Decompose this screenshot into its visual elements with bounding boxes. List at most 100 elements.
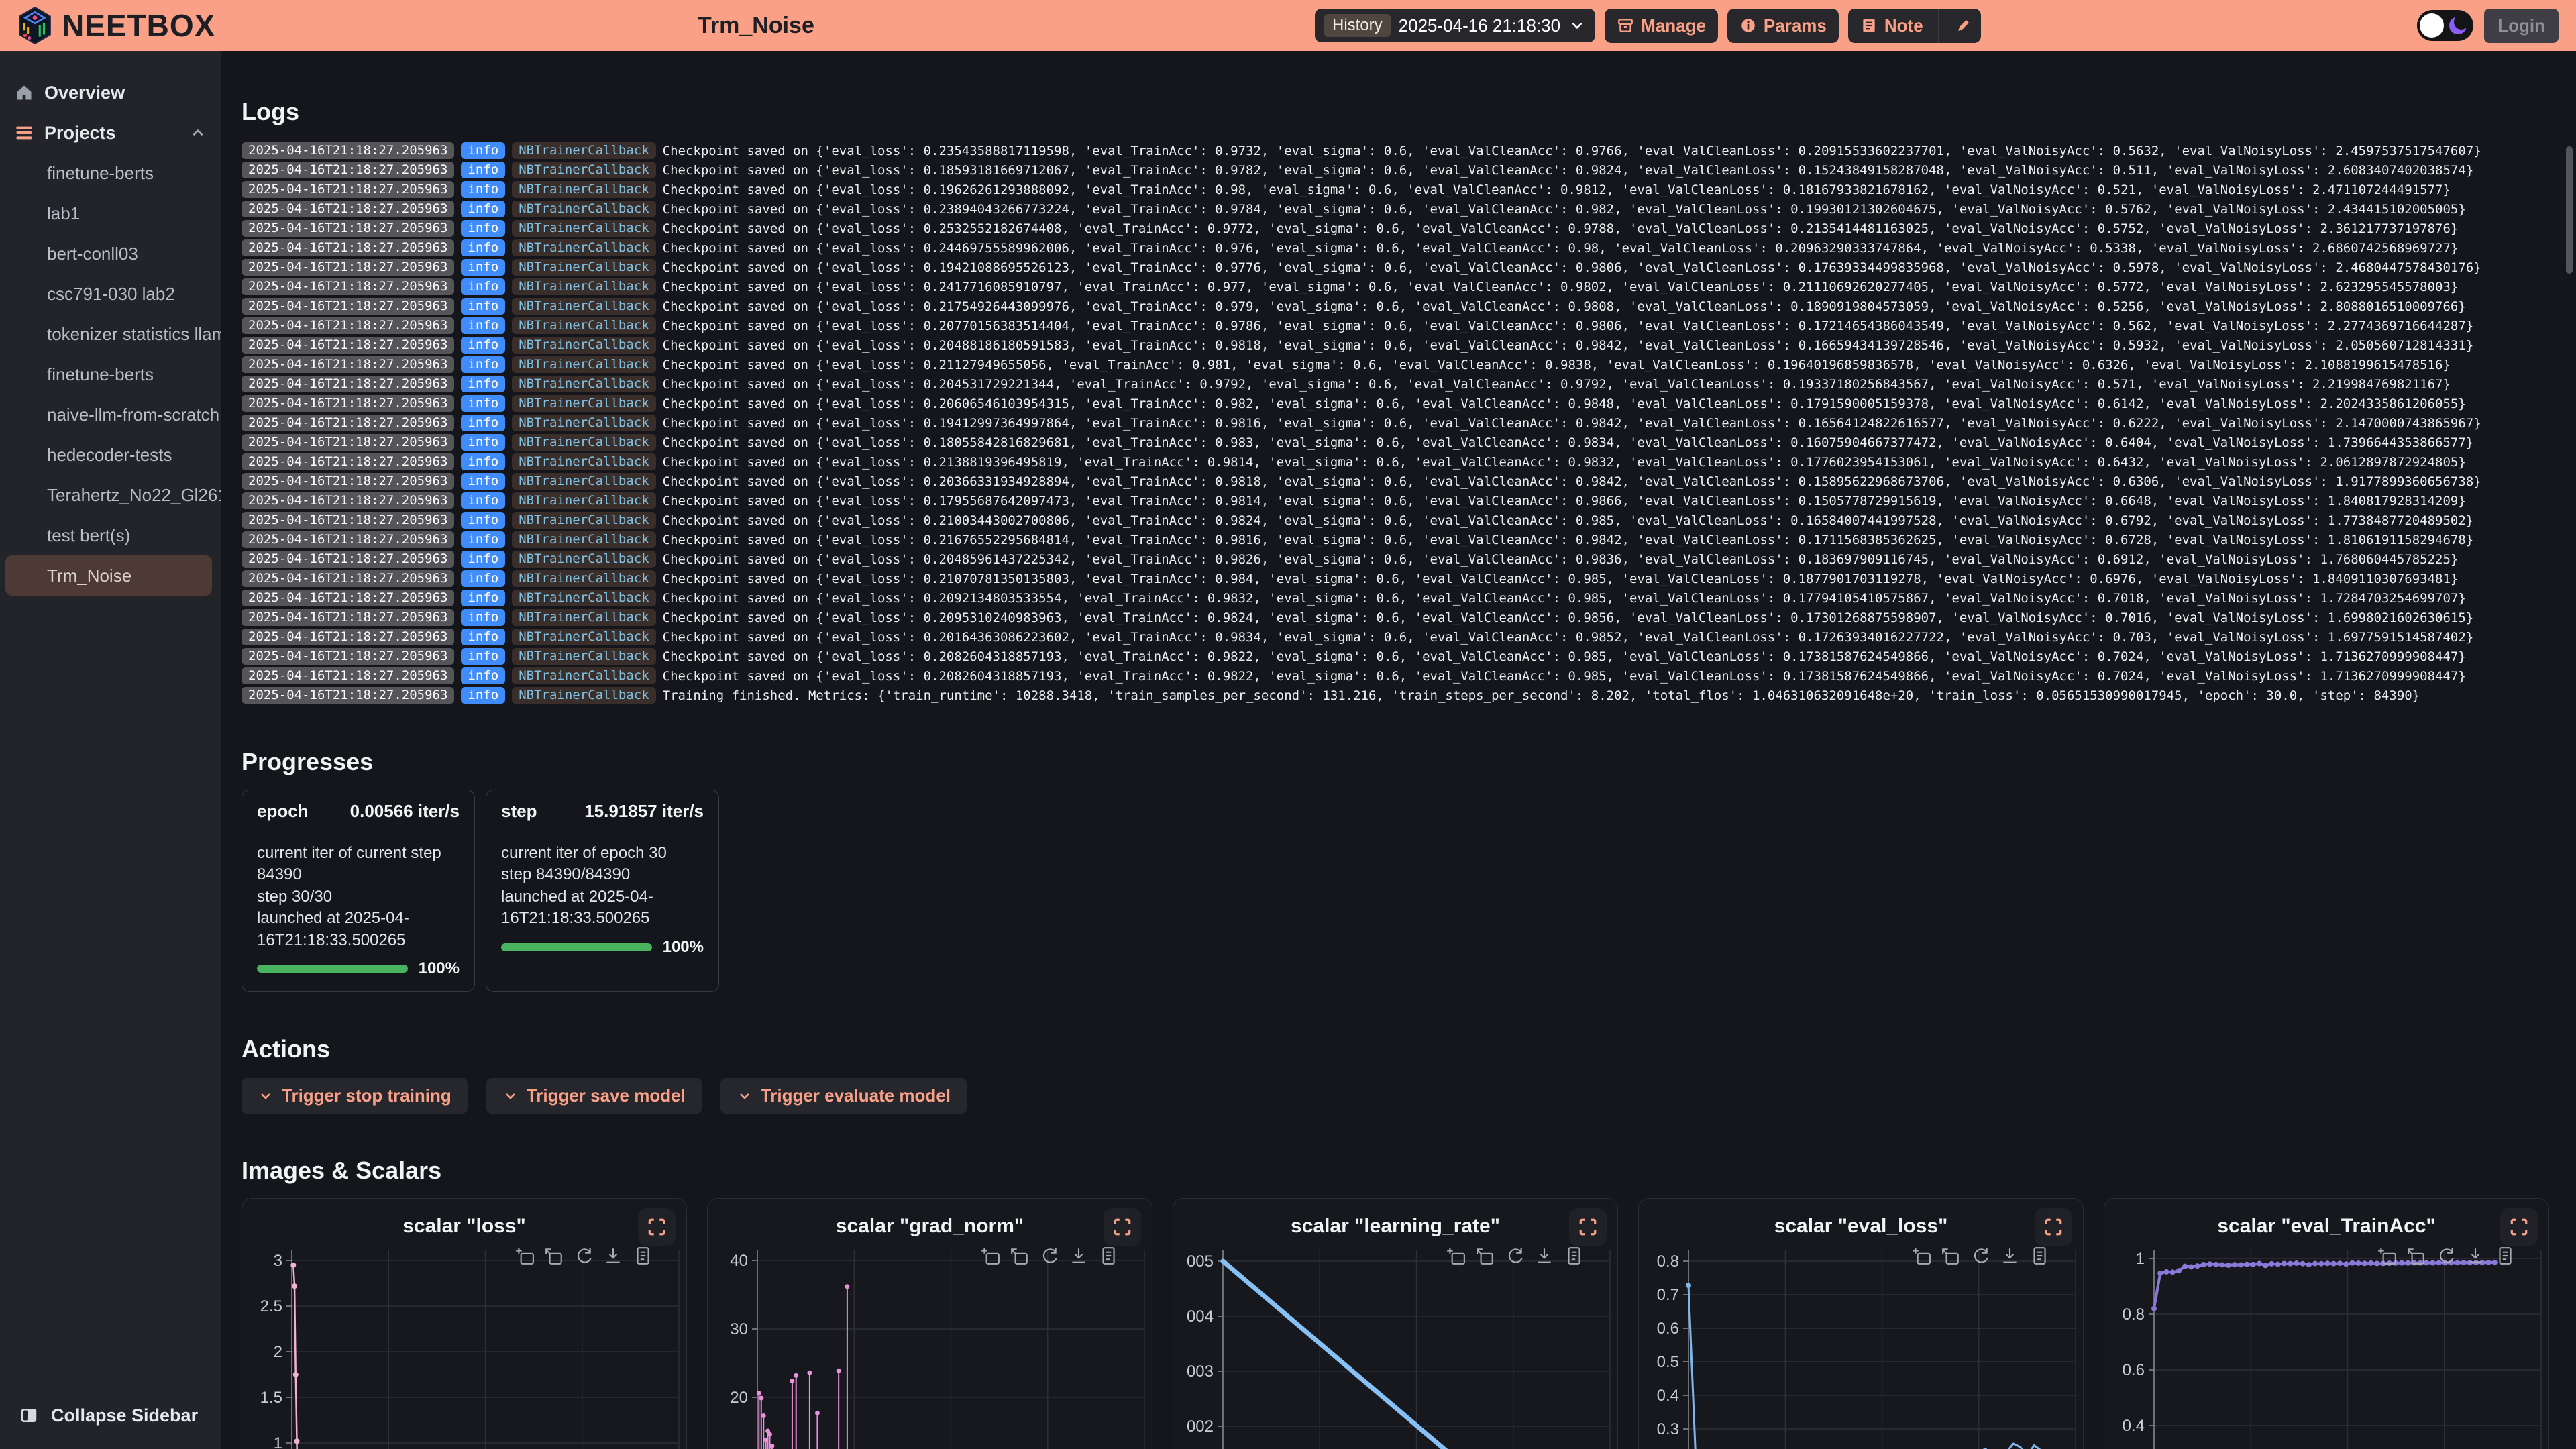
reset-axes-icon[interactable] <box>574 1246 594 1266</box>
undo-zoom-icon[interactable] <box>1010 1246 1030 1266</box>
sidebar-item-project[interactable]: finetune-berts <box>0 153 221 193</box>
box-zoom-icon[interactable] <box>2377 1246 2397 1266</box>
box-zoom-icon[interactable] <box>1911 1246 1931 1266</box>
view-log-icon[interactable] <box>2029 1246 2049 1266</box>
sidebar-item-project[interactable]: naive-llm-from-scratch <box>0 394 221 435</box>
edit-note-button[interactable] <box>1946 11 1981 40</box>
history-dropdown[interactable]: History 2025-04-16 21:18:30 <box>1315 9 1595 42</box>
log-row: 2025-04-16T21:18:27.205963infoNBTrainerC… <box>241 608 2549 627</box>
sidebar-item-project[interactable]: hedecoder-tests <box>0 435 221 475</box>
sidebar-item-project[interactable]: Terahertz_No22_Gl261_gl... <box>0 475 221 515</box>
log-source-badge: NBTrainerCallback <box>512 337 655 354</box>
log-timestamp-badge: 2025-04-16T21:18:27.205963 <box>241 590 454 606</box>
action-label: Trigger save model <box>527 1085 686 1106</box>
undo-zoom-icon[interactable] <box>1475 1246 1495 1266</box>
collapse-sidebar-button[interactable]: Collapse Sidebar <box>0 1397 217 1434</box>
action-trigger-button[interactable]: Trigger save model <box>486 1078 702 1114</box>
theme-toggle[interactable] <box>2417 10 2473 41</box>
scalar-chart-card: scalar "loss"32.521.51 <box>241 1198 687 1449</box>
download-icon[interactable] <box>1069 1246 1089 1266</box>
sidebar-item-project[interactable]: test bert(s) <box>0 515 221 555</box>
undo-zoom-icon[interactable] <box>544 1246 564 1266</box>
chart-plot-area[interactable]: 40302010 <box>710 1250 1150 1449</box>
svg-text:0.4: 0.4 <box>2123 1417 2145 1435</box>
view-log-icon[interactable] <box>2495 1246 2515 1266</box>
chart-plot-area[interactable]: 005004003002001 <box>1176 1250 1615 1449</box>
sidebar-item-project[interactable]: bert-conll03 <box>0 233 221 274</box>
log-timestamp-badge: 2025-04-16T21:18:27.205963 <box>241 667 454 684</box>
view-log-icon[interactable] <box>633 1246 653 1266</box>
log-message: Checkpoint saved on {'eval_loss': 0.2045… <box>663 377 2451 392</box>
download-icon[interactable] <box>2465 1246 2485 1266</box>
action-trigger-button[interactable]: Trigger evaluate model <box>720 1078 967 1114</box>
log-source-badge: NBTrainerCallback <box>512 376 655 392</box>
progress-rate: 0.00566 iter/s <box>350 801 460 822</box>
sidebar-item-overview[interactable]: Overview <box>0 72 221 113</box>
sidebar-item-project[interactable]: finetune-berts <box>0 354 221 394</box>
note-button[interactable]: Note <box>1848 9 1931 43</box>
log-level-badge: info <box>461 142 505 159</box>
svg-text:0.5: 0.5 <box>1657 1353 1679 1371</box>
log-timestamp-badge: 2025-04-16T21:18:27.205963 <box>241 434 454 451</box>
chart-toolbar <box>980 1246 1118 1266</box>
log-row: 2025-04-16T21:18:27.205963infoNBTrainerC… <box>241 511 2549 530</box>
log-message: Checkpoint saved on {'eval_loss': 0.1859… <box>663 163 2474 178</box>
sidebar-item-project[interactable]: Trm_Noise <box>5 555 212 596</box>
progress-rate: 15.91857 iter/s <box>584 801 704 822</box>
expand-chart-button[interactable] <box>1569 1208 1607 1246</box>
log-level-badge: info <box>461 492 505 509</box>
download-icon[interactable] <box>2000 1246 2020 1266</box>
log-timestamp-badge: 2025-04-16T21:18:27.205963 <box>241 512 454 529</box>
sidebar-item-project[interactable]: tokenizer statistics llama... <box>0 314 221 354</box>
expand-chart-button[interactable] <box>638 1208 676 1246</box>
expand-chart-button[interactable] <box>2035 1208 2072 1246</box>
download-icon[interactable] <box>1534 1246 1554 1266</box>
download-icon[interactable] <box>603 1246 623 1266</box>
log-level-badge: info <box>461 239 505 256</box>
view-log-icon[interactable] <box>1098 1246 1118 1266</box>
scalar-chart-card: scalar "grad_norm"40302010 <box>707 1198 1152 1449</box>
log-source-badge: NBTrainerCallback <box>512 278 655 295</box>
chart-plot-area[interactable]: 10.80.60.40.2 <box>2107 1250 2546 1449</box>
undo-zoom-icon[interactable] <box>2406 1246 2426 1266</box>
header-toolbar: History 2025-04-16 21:18:30 Manage Param… <box>1315 0 1981 51</box>
reset-axes-icon[interactable] <box>2436 1246 2456 1266</box>
sidebar-item-project[interactable]: lab1 <box>0 193 221 233</box>
toggle-knob <box>2420 13 2444 38</box>
reset-axes-icon[interactable] <box>1970 1246 1990 1266</box>
login-button[interactable]: Login <box>2484 9 2559 43</box>
manage-button[interactable]: Manage <box>1605 9 1718 43</box>
undo-zoom-icon[interactable] <box>1941 1246 1961 1266</box>
log-source-badge: NBTrainerCallback <box>512 531 655 548</box>
box-zoom-icon[interactable] <box>1446 1246 1466 1266</box>
svg-text:3: 3 <box>274 1252 282 1270</box>
log-message: Training finished. Metrics: {'train_runt… <box>663 688 2420 703</box>
progress-line: step 84390/84390 <box>501 864 704 885</box>
sidebar-item-project[interactable]: csc791-030 lab2 <box>0 274 221 314</box>
expand-chart-button[interactable] <box>1104 1208 1141 1246</box>
scrollbar-thumb[interactable] <box>2566 146 2573 274</box>
action-trigger-button[interactable]: Trigger stop training <box>241 1078 468 1114</box>
reset-axes-icon[interactable] <box>1039 1246 1059 1266</box>
expand-chart-button[interactable] <box>2500 1208 2538 1246</box>
chart-plot-area[interactable]: 0.80.70.60.50.40.30.2 <box>1642 1250 2081 1449</box>
note-label: Note <box>1884 15 1923 36</box>
chart-title: scalar "eval_TrainAcc" <box>2104 1215 2548 1238</box>
sidebar-item-projects[interactable]: Projects <box>0 113 221 153</box>
log-level-badge: info <box>461 590 505 606</box>
log-level-badge: info <box>461 376 505 392</box>
view-log-icon[interactable] <box>1564 1246 1584 1266</box>
main-content: Logs 2025-04-16T21:18:27.205963infoNBTra… <box>221 51 2576 1449</box>
overview-label: Overview <box>44 83 125 103</box>
box-zoom-icon[interactable] <box>980 1246 1000 1266</box>
params-button[interactable]: Params <box>1727 9 1839 43</box>
reset-axes-icon[interactable] <box>1505 1246 1525 1266</box>
log-level-badge: info <box>461 278 505 295</box>
log-row: 2025-04-16T21:18:27.205963infoNBTrainerC… <box>241 374 2549 394</box>
log-source-badge: NBTrainerCallback <box>512 162 655 178</box>
svg-text:20: 20 <box>730 1389 748 1407</box>
log-row: 2025-04-16T21:18:27.205963infoNBTrainerC… <box>241 394 2549 413</box>
box-zoom-icon[interactable] <box>515 1246 535 1266</box>
chart-plot-area[interactable]: 32.521.51 <box>245 1250 684 1449</box>
log-source-badge: NBTrainerCallback <box>512 220 655 237</box>
